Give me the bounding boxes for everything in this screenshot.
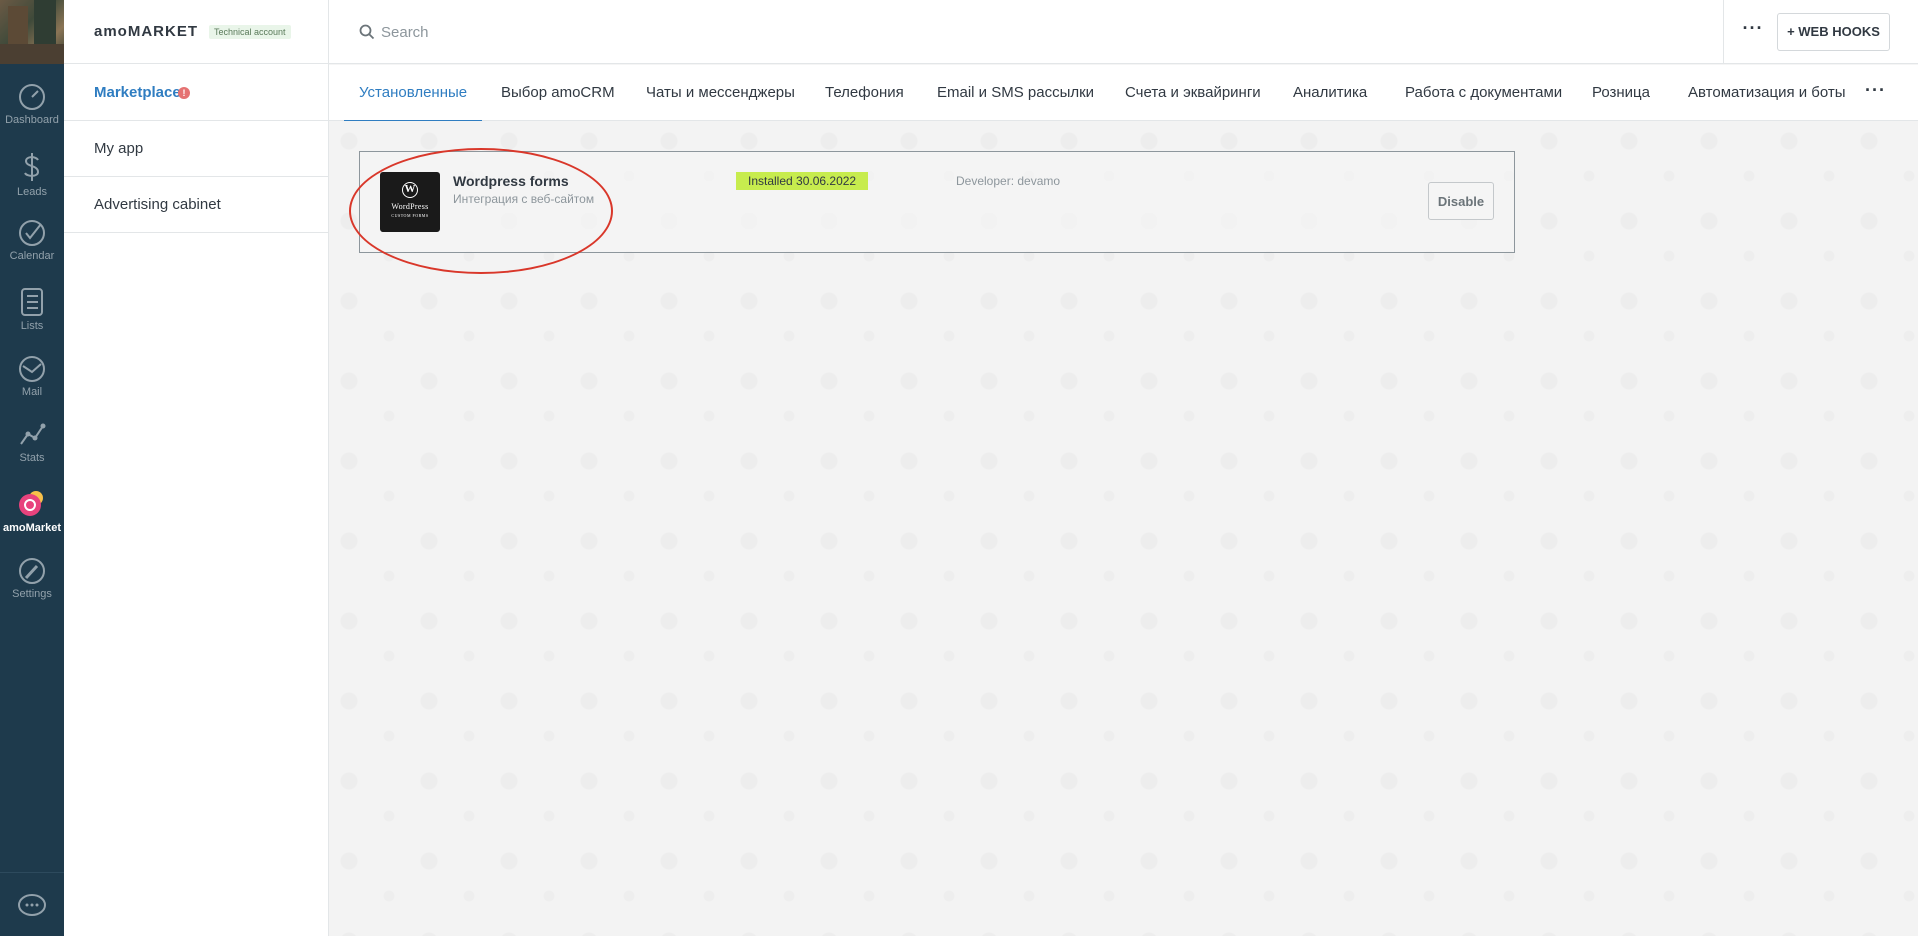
wordpress-logo-icon: W WordPress CUSTOM FORMS	[380, 172, 440, 232]
brand-header: amoMARKET Technical account	[64, 0, 329, 64]
tab-email-sms[interactable]: Email и SMS рассылки	[937, 65, 1094, 121]
chat-icon	[18, 894, 46, 916]
installed-badge: Installed 30.06.2022	[736, 172, 869, 190]
app-name[interactable]: Wordpress forms	[453, 173, 569, 189]
brand-name: amoMARKET	[94, 23, 199, 40]
account-badge: Technical account	[209, 25, 291, 39]
nav-item-leads[interactable]: Leads	[0, 150, 64, 198]
app-description: Интеграция с веб-сайтом	[453, 192, 595, 206]
tab-installed[interactable]: Установленные	[343, 65, 483, 122]
alert-icon: !	[178, 87, 190, 99]
sidebar-item-my-app[interactable]: My app	[64, 121, 329, 177]
nav-label: Stats	[19, 452, 45, 464]
main-content: W WordPress CUSTOM FORMS Wordpress forms…	[329, 121, 1918, 936]
nav-item-dashboard[interactable]: Dashboard	[0, 82, 64, 126]
main-navigation: Dashboard Leads Calendar Lists Mail Stat…	[0, 0, 64, 936]
wordpress-glyph: W	[402, 182, 418, 198]
tab-chats-messengers[interactable]: Чаты и мессенджеры	[646, 65, 795, 121]
sidebar-item-advertising-cabinet[interactable]: Advertising cabinet	[64, 177, 329, 233]
nav-label: Leads	[17, 186, 47, 198]
tab-invoices-acquiring[interactable]: Счета и эквайринги	[1125, 65, 1261, 121]
search-input[interactable]	[381, 18, 981, 46]
nav-item-stats[interactable]: Stats	[0, 420, 64, 464]
nav-item-settings[interactable]: Settings	[0, 556, 64, 600]
sidebar-item-marketplace[interactable]: Marketplace !	[64, 65, 329, 121]
sidebar-item-label: Advertising cabinet	[94, 196, 221, 213]
search-icon	[359, 24, 375, 40]
app-card[interactable]: W WordPress CUSTOM FORMS Wordpress forms…	[359, 151, 1515, 253]
market-sidebar: amoMARKET Technical account Marketplace …	[64, 0, 329, 936]
market-icon	[19, 491, 43, 516]
tab-automation-bots[interactable]: Автоматизация и боты	[1688, 65, 1846, 121]
user-avatar[interactable]	[0, 0, 64, 64]
nav-item-lists[interactable]: Lists	[0, 286, 64, 332]
nav-label: Settings	[12, 588, 52, 600]
nav-label: Calendar	[9, 250, 55, 262]
tab-telephony[interactable]: Телефония	[825, 65, 904, 121]
nav-item-calendar[interactable]: Calendar	[0, 218, 64, 262]
chart-icon	[20, 423, 46, 445]
tab-choice-amocrm[interactable]: Выбор amoCRM	[501, 65, 615, 121]
sidebar-item-label: Marketplace	[94, 84, 181, 101]
tabs-more-button[interactable]: ···	[1865, 81, 1886, 99]
nav-label: Dashboard	[5, 114, 59, 126]
logo-subtitle: CUSTOM FORMS	[391, 213, 429, 218]
nav-item-mail[interactable]: Mail	[0, 354, 64, 398]
speedometer-icon	[19, 84, 45, 110]
disable-button[interactable]: Disable	[1428, 182, 1494, 220]
mail-icon	[19, 356, 45, 382]
chat-button[interactable]	[0, 872, 64, 936]
logo-title: WordPress	[391, 202, 429, 211]
checkmark-icon	[19, 220, 45, 246]
top-bar: ··· + WEB HOOKS	[329, 0, 1918, 64]
wrench-icon	[19, 558, 45, 584]
nav-label: Mail	[21, 386, 43, 398]
tab-analytics[interactable]: Аналитика	[1293, 65, 1367, 121]
nav-label: Lists	[20, 320, 44, 332]
divider	[1723, 0, 1724, 64]
tab-retail[interactable]: Розница	[1592, 65, 1650, 121]
category-tabs: Установленные Выбор amoCRM Чаты и мессен…	[329, 65, 1918, 122]
tab-documents[interactable]: Работа с документами	[1405, 65, 1562, 121]
nav-label: amoMarket	[2, 522, 62, 534]
sidebar-item-label: My app	[94, 140, 144, 157]
dollar-icon	[24, 153, 40, 181]
developer-label: Developer: devamo	[956, 174, 1061, 188]
nav-item-amomarket[interactable]: amoMarket	[0, 488, 64, 534]
webhooks-button[interactable]: + WEB HOOKS	[1777, 13, 1890, 51]
more-options-button[interactable]: ···	[1741, 19, 1765, 42]
list-icon	[21, 288, 43, 316]
